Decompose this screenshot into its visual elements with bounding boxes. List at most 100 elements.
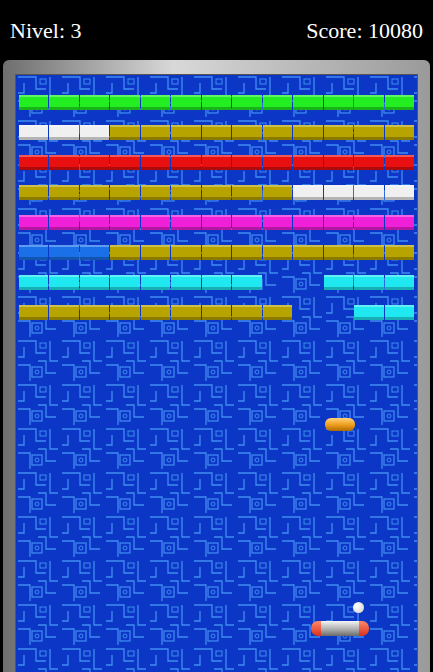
brick [324, 245, 353, 260]
brick [171, 185, 200, 200]
brick [19, 95, 48, 110]
brick [232, 275, 261, 290]
brick [19, 125, 48, 140]
brick [324, 125, 353, 140]
brick [80, 215, 109, 230]
brick [49, 245, 78, 260]
brick [19, 245, 48, 260]
brick [141, 275, 170, 290]
brick [19, 185, 48, 200]
brick-row [19, 125, 414, 140]
score-label: Score: 10080 [306, 14, 423, 47]
brick [385, 275, 414, 290]
brick [385, 215, 414, 230]
brick [354, 185, 383, 200]
brick [171, 95, 200, 110]
brick [263, 95, 292, 110]
brick [354, 275, 383, 290]
brick [324, 185, 353, 200]
brick [110, 185, 139, 200]
brick [80, 245, 109, 260]
brick [202, 95, 231, 110]
brick [141, 305, 170, 320]
brick [385, 245, 414, 260]
brick [324, 155, 353, 170]
brick [171, 245, 200, 260]
brick [110, 95, 139, 110]
brick [354, 305, 383, 320]
brick [202, 215, 231, 230]
brick [354, 245, 383, 260]
brick [110, 275, 139, 290]
brick-row [19, 185, 414, 200]
brick [80, 95, 109, 110]
brick [232, 95, 261, 110]
paddle-left-cap [311, 621, 321, 636]
brick [202, 185, 231, 200]
brick [110, 155, 139, 170]
brick [385, 155, 414, 170]
play-area[interactable] [15, 74, 418, 672]
brick [263, 125, 292, 140]
brick [232, 215, 261, 230]
brick-row [19, 305, 414, 320]
brick [110, 305, 139, 320]
brick [19, 215, 48, 230]
brick [293, 125, 322, 140]
paddle-right-cap [359, 621, 369, 636]
brick [354, 125, 383, 140]
brick [293, 305, 322, 320]
brick [49, 305, 78, 320]
brick [232, 155, 261, 170]
brick [293, 215, 322, 230]
brick [232, 125, 261, 140]
brick [293, 275, 322, 290]
brick [202, 245, 231, 260]
brick [80, 185, 109, 200]
brick [385, 125, 414, 140]
brick [171, 125, 200, 140]
brick [171, 305, 200, 320]
brick [141, 185, 170, 200]
brick [324, 215, 353, 230]
brick [141, 125, 170, 140]
brick [49, 155, 78, 170]
brick [354, 215, 383, 230]
game-frame [3, 60, 430, 672]
brick-row [19, 275, 414, 290]
brick [324, 95, 353, 110]
brick [19, 275, 48, 290]
brick [324, 275, 353, 290]
brick [385, 185, 414, 200]
brick [263, 275, 292, 290]
brick [263, 215, 292, 230]
brick [171, 215, 200, 230]
brick-row [19, 155, 414, 170]
paddle-body [321, 621, 359, 636]
brick [171, 275, 200, 290]
level-label: Nivel: 3 [10, 14, 82, 47]
brick [263, 245, 292, 260]
brick [80, 155, 109, 170]
brick [19, 305, 48, 320]
brick [80, 305, 109, 320]
brick [49, 215, 78, 230]
brick [293, 95, 322, 110]
brick [202, 275, 231, 290]
brick [354, 95, 383, 110]
brick [49, 125, 78, 140]
brick [110, 125, 139, 140]
brick [263, 155, 292, 170]
brick [110, 245, 139, 260]
brick [293, 185, 322, 200]
brick [141, 95, 170, 110]
paddle[interactable] [311, 621, 369, 636]
brick [49, 185, 78, 200]
brick [232, 245, 261, 260]
brick [202, 125, 231, 140]
brick [141, 245, 170, 260]
brick [49, 275, 78, 290]
brick [202, 305, 231, 320]
brick-wall [16, 75, 417, 320]
brick [80, 125, 109, 140]
